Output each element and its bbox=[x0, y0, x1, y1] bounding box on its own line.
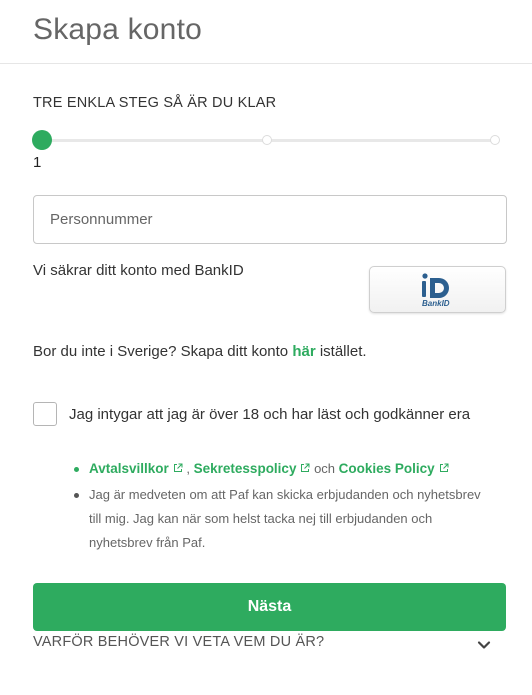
marketing-consent-text: Jag är medveten om att Paf kan skicka er… bbox=[89, 487, 481, 550]
abroad-link[interactable]: här bbox=[292, 343, 315, 360]
privacy-link[interactable]: Sekretesspolicy bbox=[194, 461, 297, 476]
next-button[interactable]: Nästa bbox=[33, 583, 506, 631]
steps-heading: TRE ENKLA STEG SÅ ÄR DU KLAR bbox=[33, 95, 277, 111]
list-item: Jag är medveten om att Paf kan skicka er… bbox=[74, 483, 494, 555]
page-title: Skapa konto bbox=[33, 13, 202, 46]
bankid-info-text: Vi säkrar ditt konto med BankID bbox=[33, 262, 244, 279]
list-item: Avtalsvillkor , Sekretesspolicy och Cook… bbox=[74, 457, 494, 481]
terms-link[interactable]: Avtalsvillkor bbox=[89, 461, 169, 476]
bankid-button[interactable]: BankID bbox=[369, 266, 506, 313]
why-accordion-label: VARFÖR BEHÖVER VI VETA VEM DU ÄR? bbox=[33, 634, 325, 650]
step-1-indicator bbox=[32, 130, 52, 150]
chevron-down-icon bbox=[477, 641, 491, 649]
step-3-indicator bbox=[490, 135, 500, 145]
abroad-text: Bor du inte i Sverige? Skapa ditt konto … bbox=[33, 343, 367, 360]
cookies-link[interactable]: Cookies Policy bbox=[339, 461, 435, 476]
external-link-icon bbox=[173, 463, 183, 472]
page-header: Skapa konto bbox=[0, 0, 532, 64]
personnummer-input[interactable] bbox=[33, 195, 507, 244]
consent-text: Jag intygar att jag är över 18 och har l… bbox=[69, 406, 471, 423]
abroad-prefix: Bor du inte i Sverige? Skapa ditt konto bbox=[33, 343, 293, 360]
external-link-icon bbox=[301, 463, 310, 472]
external-link-icon bbox=[439, 463, 449, 472]
abroad-suffix: istället. bbox=[315, 343, 367, 360]
links-separator: , bbox=[182, 461, 194, 476]
why-accordion-toggle[interactable]: VARFÖR BEHÖVER VI VETA VEM DU ÄR? bbox=[33, 634, 499, 656]
consent-checkbox[interactable] bbox=[33, 402, 57, 426]
step-2-indicator bbox=[262, 135, 272, 145]
bankid-logo-label: BankID bbox=[422, 299, 450, 308]
links-and: och bbox=[310, 461, 339, 476]
current-step-number: 1 bbox=[33, 154, 42, 171]
consent-bullet-list: Avtalsvillkor , Sekretesspolicy och Cook… bbox=[74, 457, 494, 555]
bankid-logo-icon: BankID bbox=[422, 273, 450, 308]
